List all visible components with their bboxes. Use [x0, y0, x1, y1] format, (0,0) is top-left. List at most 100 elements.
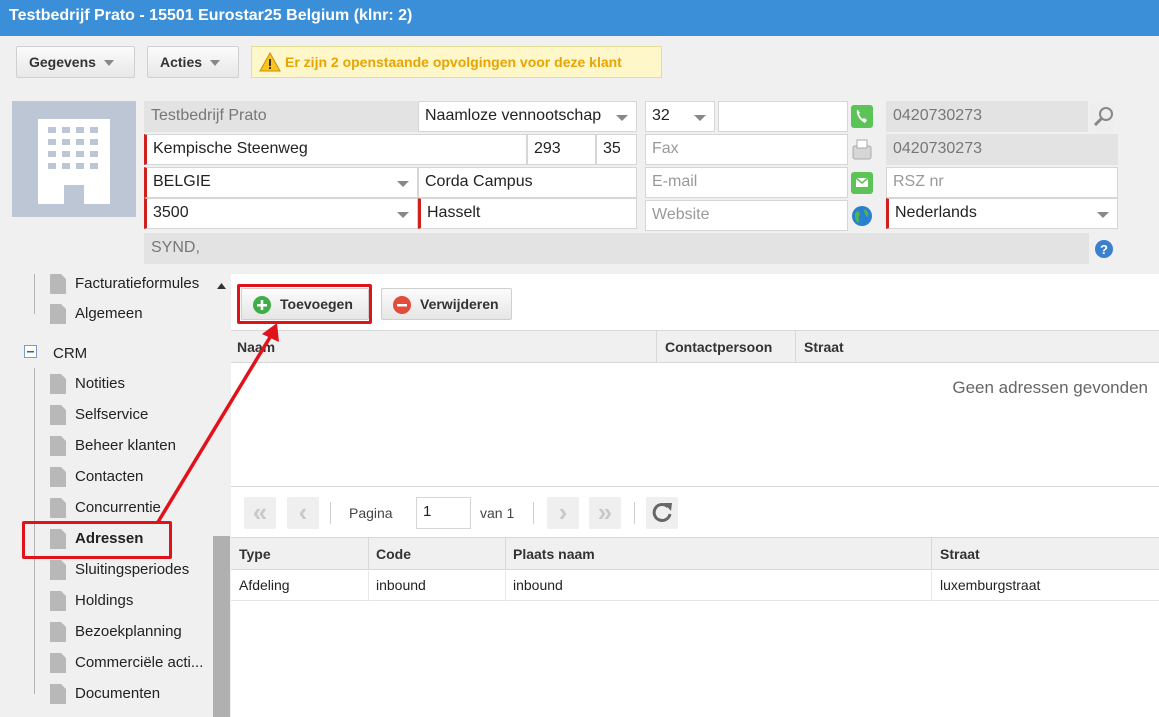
chevron-down-icon	[694, 115, 706, 121]
website-field[interactable]: Website	[645, 200, 848, 231]
scroll-up-icon[interactable]	[212, 274, 231, 294]
house-number-field[interactable]: 293	[527, 134, 596, 165]
column-separator	[795, 331, 796, 362]
tree-line	[34, 274, 35, 314]
address-extra-field[interactable]: Corda Campus	[418, 167, 637, 198]
fax-icon[interactable]	[850, 137, 874, 168]
column-plaats-naam[interactable]: Plaats naam	[513, 546, 595, 562]
delete-label: Verwijderen	[420, 296, 499, 312]
pager-separator	[634, 502, 635, 524]
divider	[231, 486, 1159, 487]
document-icon	[50, 374, 66, 394]
rsz-field[interactable]: RSZ nr	[886, 167, 1118, 198]
document-icon	[50, 622, 66, 642]
column-separator	[505, 538, 506, 569]
country-select[interactable]: BELGIE	[144, 167, 418, 198]
chevron-down-icon	[397, 212, 409, 218]
building-icon	[38, 119, 110, 204]
sidebar-item-label: Bezoekplanning	[75, 623, 182, 640]
column-separator	[656, 331, 657, 362]
column-straat[interactable]: Straat	[804, 339, 844, 355]
chevron-down-icon	[1097, 212, 1109, 218]
sidebar-item-label: Sluitingsperiodes	[75, 561, 190, 578]
column-naam[interactable]: Naam	[237, 339, 275, 355]
cell-straat: luxemburgstraat	[940, 577, 1041, 593]
refresh-icon[interactable]	[646, 497, 678, 529]
country-value: BELGIE	[153, 173, 211, 190]
cell-type: Afdeling	[239, 577, 290, 593]
details-grid-header: Type Code Plaats naam Straat	[231, 537, 1159, 570]
company-avatar	[12, 101, 136, 217]
mail-icon[interactable]	[850, 170, 874, 201]
acties-label: Acties	[160, 54, 203, 70]
empty-message: Geen adressen gevonden	[952, 378, 1148, 397]
column-separator	[505, 571, 506, 601]
postal-code-value: 3500	[153, 204, 189, 221]
phone-field[interactable]	[718, 101, 848, 132]
chevron-down-icon	[103, 60, 114, 67]
search-icon[interactable]	[1090, 103, 1114, 134]
sidebar-item-label: Contacten	[75, 468, 144, 485]
acties-menu-button[interactable]: Acties	[147, 46, 239, 78]
document-icon	[50, 467, 66, 487]
legal-form-select[interactable]: Naamloze vennootschap	[418, 101, 637, 132]
street-field[interactable]: Kempische Steenweg	[144, 134, 527, 165]
crm-group-label[interactable]: CRM	[53, 345, 87, 362]
pager-separator	[533, 502, 534, 524]
gegevens-menu-button[interactable]: Gegevens	[16, 46, 135, 78]
warning-icon	[259, 52, 281, 72]
help-icon[interactable]: ?	[1092, 235, 1116, 266]
synd-field[interactable]: SYND,	[144, 233, 1089, 264]
column-straat[interactable]: Straat	[940, 546, 980, 562]
column-separator	[931, 538, 932, 569]
language-select[interactable]: Nederlands	[886, 198, 1118, 229]
column-separator	[931, 571, 932, 601]
document-icon	[50, 560, 66, 580]
document-icon	[50, 274, 66, 294]
sidebar-item-label: Selfservice	[75, 406, 149, 423]
vat-field[interactable]: 0420730273	[886, 101, 1088, 132]
phone-prefix-value: 32	[652, 107, 670, 124]
document-icon	[50, 498, 66, 518]
document-icon	[50, 684, 66, 704]
sidebar-item-label: Documenten	[75, 685, 161, 702]
column-separator	[368, 538, 369, 569]
page-label: Pagina	[349, 505, 393, 521]
sidebar-item-label: Holdings	[75, 592, 134, 609]
follow-up-alert[interactable]: Er zijn 2 openstaande opvolgingen voor d…	[251, 46, 662, 78]
page-input[interactable]: 1	[416, 497, 471, 529]
last-page-button[interactable]: »	[589, 497, 621, 529]
company-number-field[interactable]: 0420730273	[886, 134, 1118, 165]
minus-icon	[393, 296, 411, 314]
page-count: van 1	[480, 505, 515, 521]
legal-form-value: Naamloze vennootschap	[425, 107, 602, 124]
document-icon	[50, 405, 66, 425]
table-row[interactable]: Afdeling inbound inbound luxemburgstraat	[231, 571, 1159, 601]
phone-icon[interactable]	[850, 104, 874, 135]
company-name-field[interactable]: Testbedrijf Prato	[144, 101, 418, 132]
document-icon	[50, 591, 66, 611]
alert-text: Er zijn 2 openstaande opvolgingen voor d…	[285, 54, 622, 70]
sidebar-scroll-thumb[interactable]	[213, 536, 230, 717]
globe-icon[interactable]	[850, 203, 874, 234]
collapse-icon[interactable]	[24, 345, 38, 359]
chevron-down-icon	[616, 115, 628, 121]
window-title: Testbedrijf Prato - 15501 Eurostar25 Bel…	[0, 0, 1159, 36]
column-type[interactable]: Type	[239, 546, 271, 562]
previous-page-button[interactable]: ‹	[287, 497, 319, 529]
delete-address-button[interactable]: Verwijderen	[381, 288, 512, 320]
email-field[interactable]: E-mail	[645, 167, 848, 198]
document-icon	[50, 304, 66, 324]
column-code[interactable]: Code	[376, 546, 411, 562]
next-page-button[interactable]: ›	[547, 497, 579, 529]
postal-code-select[interactable]: 3500	[144, 198, 418, 229]
sidebar-item-label: Notities	[75, 375, 126, 392]
column-contactpersoon[interactable]: Contactpersoon	[665, 339, 772, 355]
first-page-button[interactable]: «	[244, 497, 276, 529]
city-field[interactable]: Hasselt	[418, 198, 637, 229]
sidebar-item-label: Commerciële acti...	[75, 654, 204, 671]
fax-field[interactable]: Fax	[645, 134, 848, 165]
svg-text:?: ?	[1100, 242, 1108, 257]
box-field[interactable]: 35	[596, 134, 637, 165]
phone-prefix-select[interactable]: 32	[645, 101, 715, 132]
